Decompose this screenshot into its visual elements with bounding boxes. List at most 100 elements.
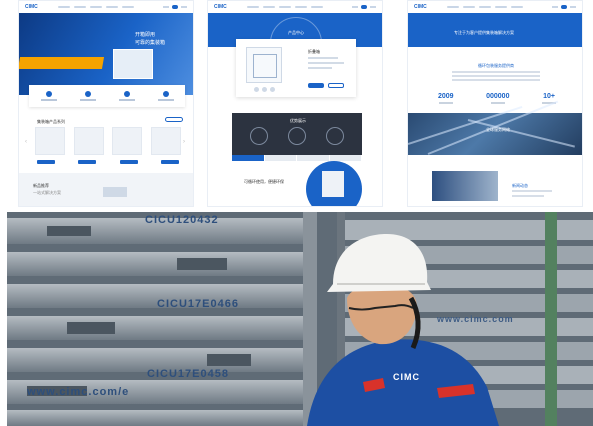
feature-icon	[45, 91, 52, 97]
advantage-ring	[250, 127, 268, 145]
intro-heading: 循环包装服务提供商	[478, 63, 514, 68]
news-photo[interactable]	[432, 171, 498, 201]
nav-link[interactable]	[246, 6, 259, 8]
advantage-ring	[326, 127, 344, 145]
language-switch[interactable]	[352, 6, 358, 8]
feature-item[interactable]	[40, 91, 57, 101]
search-icon[interactable]	[181, 6, 187, 8]
product-image	[246, 47, 282, 83]
products-title: 集装箱产品系列	[37, 119, 65, 124]
feature-icon	[162, 91, 169, 97]
thumbnail[interactable]	[270, 87, 275, 92]
highway-banner: 全球服务网络	[408, 100, 582, 155]
inquire-button[interactable]	[308, 83, 324, 88]
page-header: 专注于为客户提供集装箱解决方案	[408, 13, 582, 47]
nav-link[interactable]	[494, 6, 507, 8]
product-detail-button[interactable]	[37, 160, 55, 164]
nav-link[interactable]	[262, 6, 275, 8]
product-name: 折叠箱	[308, 49, 320, 54]
search-icon[interactable]	[370, 6, 376, 8]
download-button[interactable]	[328, 83, 344, 88]
chevron-left-icon[interactable]: ‹	[25, 139, 27, 145]
banner-text: 全球服务网络	[486, 127, 510, 132]
top-nav: CIMC	[208, 1, 382, 13]
stat-item: 000000	[486, 93, 509, 104]
warehouse-worker-photo: CICU120432 CICU17E0466 CICU17E0458 www.c…	[7, 212, 593, 426]
product-machine-image	[113, 49, 153, 79]
rack-id-label: CICU17E0458	[147, 368, 229, 380]
nav-right	[163, 5, 187, 9]
rack-url-label: www.cimc.com/e	[27, 386, 130, 398]
nav-link[interactable]	[294, 6, 307, 8]
more-button[interactable]	[165, 117, 183, 122]
toggle-switch[interactable]	[172, 5, 178, 9]
feature-item[interactable]	[118, 91, 135, 101]
nav-link[interactable]	[278, 6, 291, 8]
nav-link[interactable]	[310, 6, 323, 8]
tab-active[interactable]	[232, 155, 265, 161]
feature-icon	[123, 91, 130, 97]
advantage-ring	[288, 127, 306, 145]
stat-number: 000000	[486, 93, 510, 100]
news-image[interactable]	[103, 187, 127, 197]
brand-logo[interactable]: CIMC	[25, 4, 38, 10]
stat-number: 2009	[438, 93, 454, 100]
product-detail-button[interactable]	[119, 160, 138, 164]
website-screen-home: CIMC 开箱即用 可靠的集装箱 集装箱产品系列 ‹ › 新品推荐 一站式解决方…	[18, 0, 194, 207]
news-title[interactable]: 新闻动态	[512, 183, 528, 189]
stat-number: 10+	[543, 93, 555, 100]
hero-headline: 开箱即用	[135, 32, 156, 38]
product-detail-button[interactable]	[160, 160, 179, 164]
thumbnail[interactable]	[254, 87, 259, 92]
nav-link[interactable]	[462, 6, 475, 8]
tab[interactable]	[264, 155, 297, 161]
product-carousel	[35, 127, 181, 155]
product-card[interactable]	[112, 127, 143, 155]
nav-link[interactable]	[73, 6, 86, 8]
news-title: 新品推荐	[33, 183, 49, 188]
tab-bar	[232, 155, 362, 161]
thumbnail-dots	[254, 87, 275, 92]
nav-link[interactable]	[510, 6, 523, 8]
page-title: 产品中心	[288, 30, 304, 35]
feature-item[interactable]	[79, 91, 96, 101]
rack-id-label: CICU17E0466	[157, 298, 239, 310]
chevron-right-icon[interactable]: ›	[183, 139, 185, 145]
product-card[interactable]	[73, 127, 104, 155]
feature-item[interactable]	[157, 91, 174, 101]
nav-link[interactable]	[121, 6, 134, 8]
language-switch[interactable]	[163, 6, 169, 8]
nav-link[interactable]	[89, 6, 102, 8]
top-nav: CIMC	[19, 1, 193, 13]
brand-logo[interactable]: CIMC	[214, 4, 227, 10]
conveyor-band	[19, 57, 105, 69]
rack-id-label: CICU120432	[145, 214, 219, 226]
thumbnail[interactable]	[262, 87, 267, 92]
nav-link[interactable]	[105, 6, 118, 8]
product-circle-image	[306, 161, 362, 206]
page-title: 专注于为客户提供集装箱解决方案	[454, 30, 514, 35]
tab[interactable]	[297, 155, 330, 161]
product-card[interactable]	[150, 127, 181, 155]
nav-link[interactable]	[57, 6, 70, 8]
stats-row: 2009 000000 10+	[438, 93, 556, 104]
language-switch[interactable]	[552, 6, 558, 8]
brand-logo[interactable]: CIMC	[414, 4, 427, 10]
hero-subheadline: 可靠的集装箱	[135, 40, 166, 46]
nav-links	[57, 6, 134, 8]
intro-block: 循环包装服务提供商	[448, 63, 544, 81]
rack-url-label: www.cimc.com	[437, 314, 514, 324]
feature-icon	[84, 91, 91, 97]
toggle-switch[interactable]	[561, 5, 567, 9]
nav-link[interactable]	[478, 6, 491, 8]
search-icon[interactable]	[570, 6, 576, 8]
product-detail-button[interactable]	[78, 160, 97, 164]
stat-item: 2009	[438, 93, 454, 104]
nav-link[interactable]	[446, 6, 459, 8]
product-card[interactable]	[35, 127, 65, 155]
website-screen-about: CIMC 专注于为客户提供集装箱解决方案 循环包装服务提供商 2009 0000…	[407, 0, 583, 207]
website-screen-product: CIMC 产品中心 折叠箱 优势展示 可循环使用，便捷环保	[207, 0, 383, 207]
hero-banner: 开箱即用 可靠的集装箱	[19, 13, 193, 95]
product-buttons	[37, 160, 179, 164]
toggle-switch[interactable]	[361, 5, 367, 9]
